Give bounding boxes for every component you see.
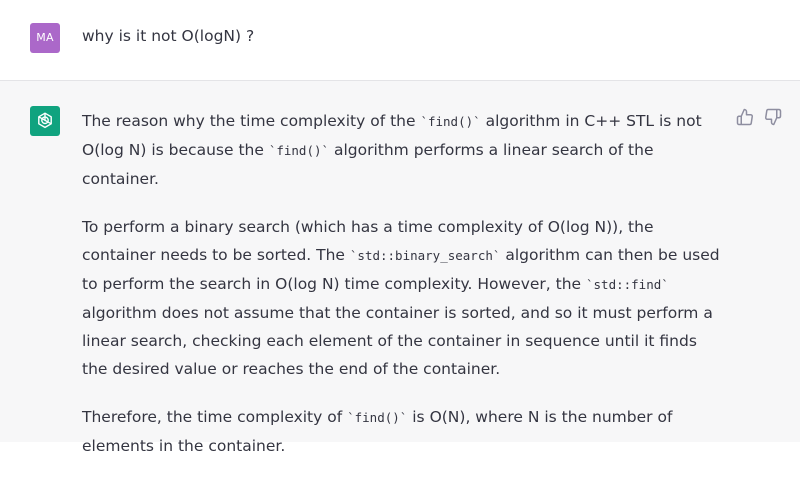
feedback-actions (736, 108, 782, 126)
assistant-avatar (30, 106, 60, 136)
answer-paragraph-2: To perform a binary search (which has a … (82, 213, 727, 383)
thumbs-down-button[interactable] (764, 108, 782, 126)
thumbs-up-button[interactable] (736, 108, 754, 126)
inline-code: `find()` (420, 114, 481, 129)
paragraph-text: Therefore, the time complexity of (82, 408, 348, 426)
inline-code: `std::binary_search` (349, 248, 501, 263)
paragraph-text: The reason why the time complexity of th… (82, 112, 421, 130)
answer-paragraph-3: Therefore, the time complexity of `find(… (82, 403, 727, 460)
inline-code: `std::find` (586, 277, 669, 292)
thumbs-up-icon (736, 108, 753, 126)
inline-code: `find()` (347, 410, 408, 425)
assistant-message-text: The reason why the time complexity of th… (82, 107, 727, 480)
assistant-message-row: The reason why the time complexity of th… (0, 81, 800, 455)
openai-logo-icon (38, 112, 52, 129)
answer-paragraph-1: The reason why the time complexity of th… (82, 107, 727, 193)
paragraph-text: algorithm does not assume that the conta… (82, 304, 713, 378)
user-message-row: MA why is it not O(logN) ? (0, 0, 800, 80)
inline-code: `find()` (268, 143, 330, 158)
thumbs-down-icon (765, 108, 782, 126)
user-avatar: MA (30, 23, 60, 53)
user-message-text: why is it not O(logN) ? (82, 27, 255, 45)
